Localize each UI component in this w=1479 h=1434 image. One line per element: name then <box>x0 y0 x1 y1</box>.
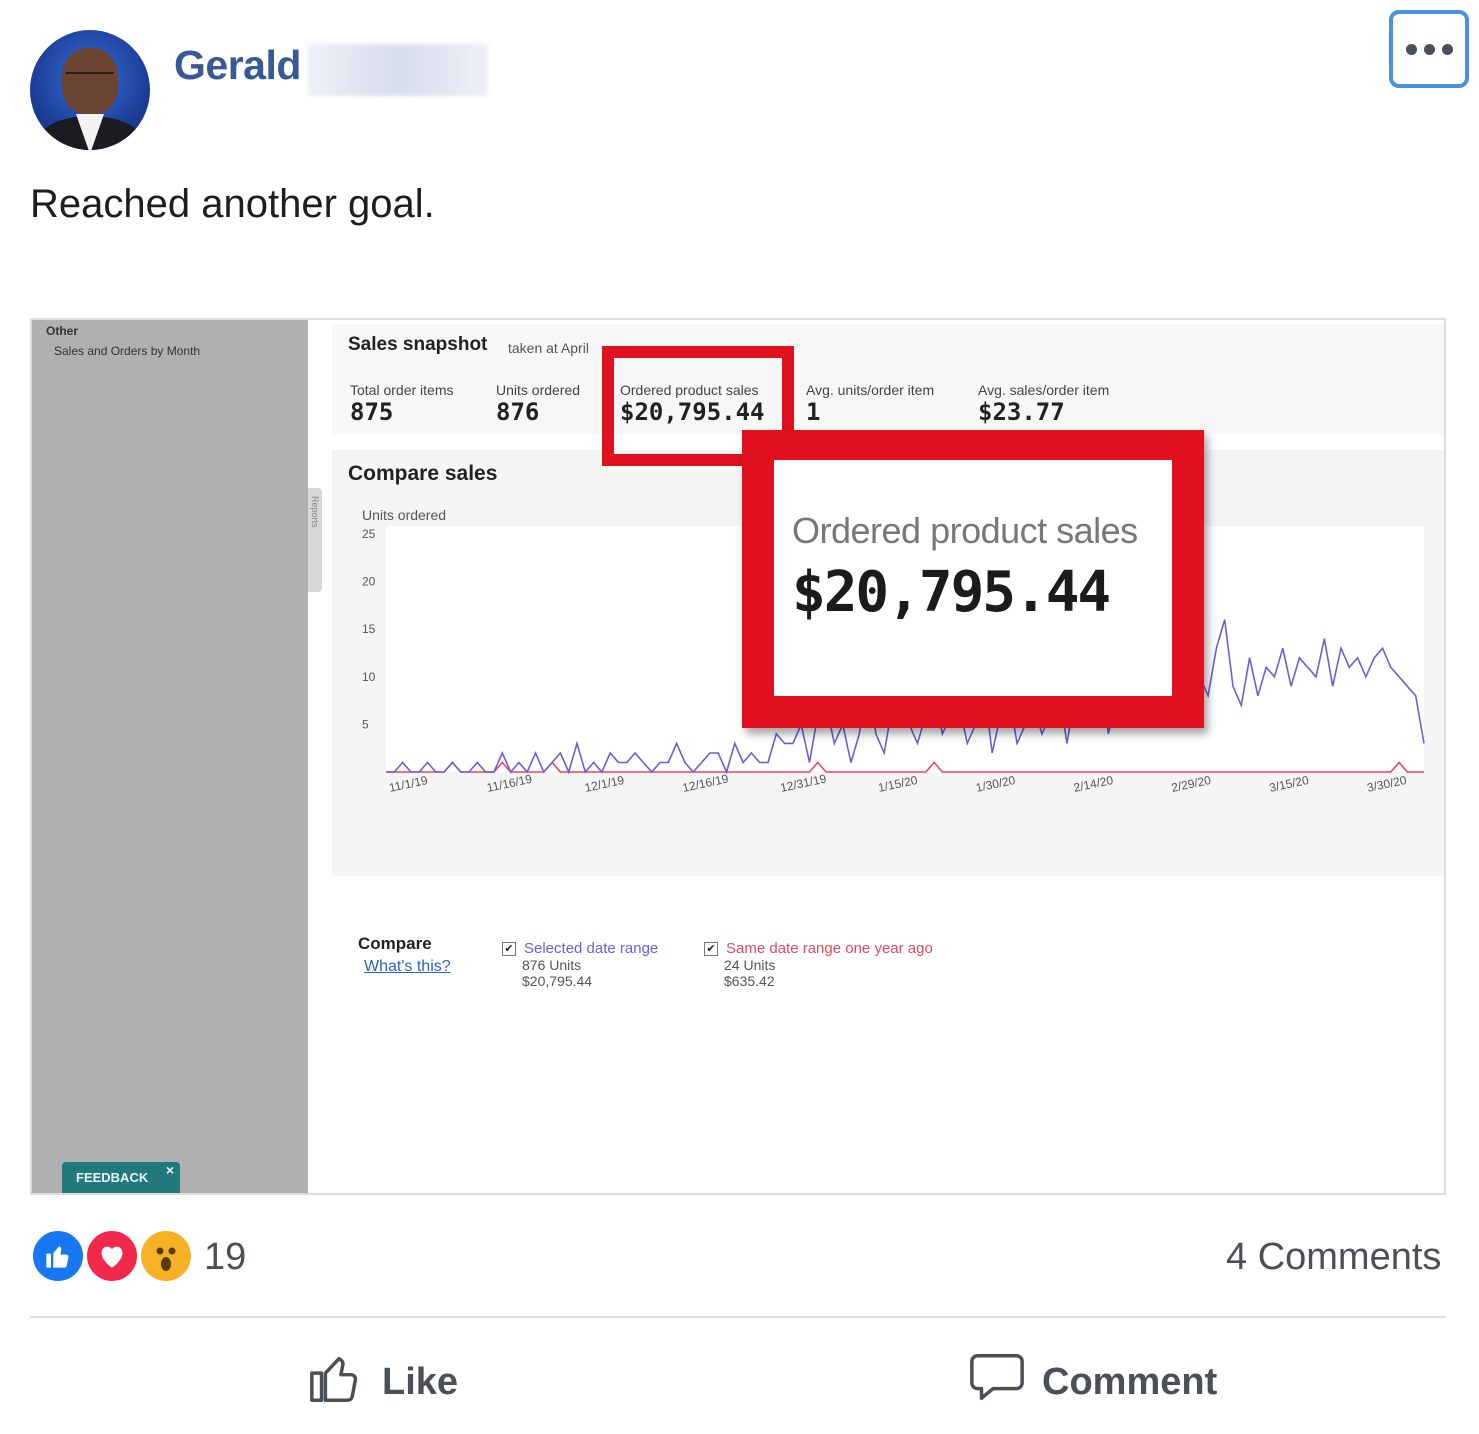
speech-bubble-icon <box>968 1349 1026 1415</box>
legend-prior: ✔ Same date range one year ago 24 Units … <box>704 940 933 989</box>
metric-value: $23.77 <box>978 398 1065 426</box>
x-tick-label: 1/15/20 <box>877 773 919 795</box>
feedback-tab: FEEDBACK × <box>62 1162 180 1193</box>
snapshot-timestamp: taken at April <box>508 340 589 356</box>
zoom-callout: Ordered product sales $20,795.44 <box>742 430 1204 728</box>
x-tick-label: 2/14/20 <box>1072 773 1114 795</box>
zoom-value: $20,795.44 <box>792 560 1111 625</box>
x-tick-label: 1/30/20 <box>975 773 1017 795</box>
metric-value: 1 <box>806 398 821 426</box>
reactions-summary[interactable] <box>30 1228 196 1286</box>
comment-label: Comment <box>1042 1360 1218 1403</box>
dot-icon <box>1405 43 1417 55</box>
legend-prior-units: 24 Units <box>724 957 776 973</box>
x-tick-label: 2/29/20 <box>1170 773 1212 795</box>
reports-tab: Reports <box>308 488 322 592</box>
whats-this-link[interactable]: What's this? <box>364 958 451 976</box>
thumbs-up-outline-icon <box>308 1349 366 1415</box>
legend-selected-units: 876 Units <box>522 957 582 973</box>
like-button[interactable]: Like <box>308 1352 458 1412</box>
y-tick-label: 5 <box>362 717 369 731</box>
metric-total-items: Total order items 875 <box>350 382 453 426</box>
y-tick-label: 10 <box>362 670 376 684</box>
footer-divider <box>30 1316 1446 1318</box>
metric-units-ordered: Units ordered 876 <box>496 382 580 426</box>
comments-count[interactable]: 4 Comments <box>1226 1236 1441 1279</box>
x-tick-label: 12/16/19 <box>681 771 730 794</box>
avatar-glasses <box>66 72 114 82</box>
metric-value: 875 <box>350 398 394 426</box>
metric-avg-units: Avg. units/order item 1 <box>806 382 934 426</box>
legend-prior-sales: $635.42 <box>724 973 775 989</box>
x-tick-label: 11/1/19 <box>388 773 430 795</box>
x-tick-label: 3/15/20 <box>1268 773 1310 795</box>
like-label: Like <box>382 1360 459 1403</box>
reaction-count[interactable]: 19 <box>204 1236 246 1279</box>
metric-avg-sales: Avg. sales/order item $23.77 <box>978 382 1109 426</box>
metric-label: Units ordered <box>496 382 581 398</box>
metric-value: 876 <box>496 398 540 426</box>
sales-snapshot-panel: Sales snapshot taken at April Total orde… <box>332 324 1444 434</box>
report-sidebar: Other Sales and Orders by Month FEEDBACK… <box>32 320 308 1193</box>
zoom-label: Ordered product sales <box>792 510 1138 551</box>
y-tick-label: 15 <box>362 622 376 636</box>
wow-face-icon <box>138 1228 194 1284</box>
legend-prior-label: Same date range one year ago <box>726 940 933 957</box>
metric-label: Avg. units/order item <box>806 382 935 398</box>
x-tick-label: 11/16/19 <box>486 772 534 795</box>
sidebar-section-title: Other <box>46 324 79 338</box>
reports-tab-label: Reports <box>310 496 320 528</box>
dot-icon <box>1441 43 1453 55</box>
selected-checkbox[interactable]: ✔ <box>502 941 516 956</box>
legend-selected-sales: $20,795.44 <box>522 973 593 989</box>
metric-label: Total order items <box>350 382 454 398</box>
compare-label: Compare <box>358 934 432 953</box>
comment-button[interactable]: Comment <box>968 1352 1217 1412</box>
more-options-button[interactable] <box>1389 10 1469 88</box>
heart-icon <box>84 1228 140 1284</box>
dot-icon <box>1423 43 1435 55</box>
close-icon: × <box>165 1162 174 1178</box>
author-avatar[interactable] <box>30 30 150 150</box>
feedback-label: FEEDBACK <box>76 1170 149 1185</box>
author-name[interactable]: Gerald <box>174 42 301 89</box>
metric-label: Avg. sales/order item <box>978 382 1110 398</box>
prior-checkbox[interactable]: ✔ <box>704 941 718 956</box>
redacted-surname <box>308 44 488 96</box>
post-text: Reached another goal. <box>30 182 435 226</box>
x-tick-label: 12/1/19 <box>583 773 625 795</box>
x-tick-label: 3/30/20 <box>1366 773 1408 795</box>
legend-selected-label: Selected date range <box>524 940 659 957</box>
thumbs-up-icon <box>30 1228 86 1284</box>
snapshot-title: Sales snapshot <box>348 334 488 355</box>
y-tick-label: 25 <box>362 527 376 541</box>
x-tick-label: 12/31/19 <box>779 771 828 794</box>
y-tick-label: 20 <box>362 575 376 589</box>
zoom-inner: Ordered product sales $20,795.44 <box>774 460 1172 696</box>
post-image[interactable]: Other Sales and Orders by Month FEEDBACK… <box>30 318 1446 1195</box>
y-axis-label: Units ordered <box>362 507 446 523</box>
sidebar-item: Sales and Orders by Month <box>54 344 201 358</box>
legend-selected: ✔ Selected date range 876 Units $20,795.… <box>502 940 658 989</box>
